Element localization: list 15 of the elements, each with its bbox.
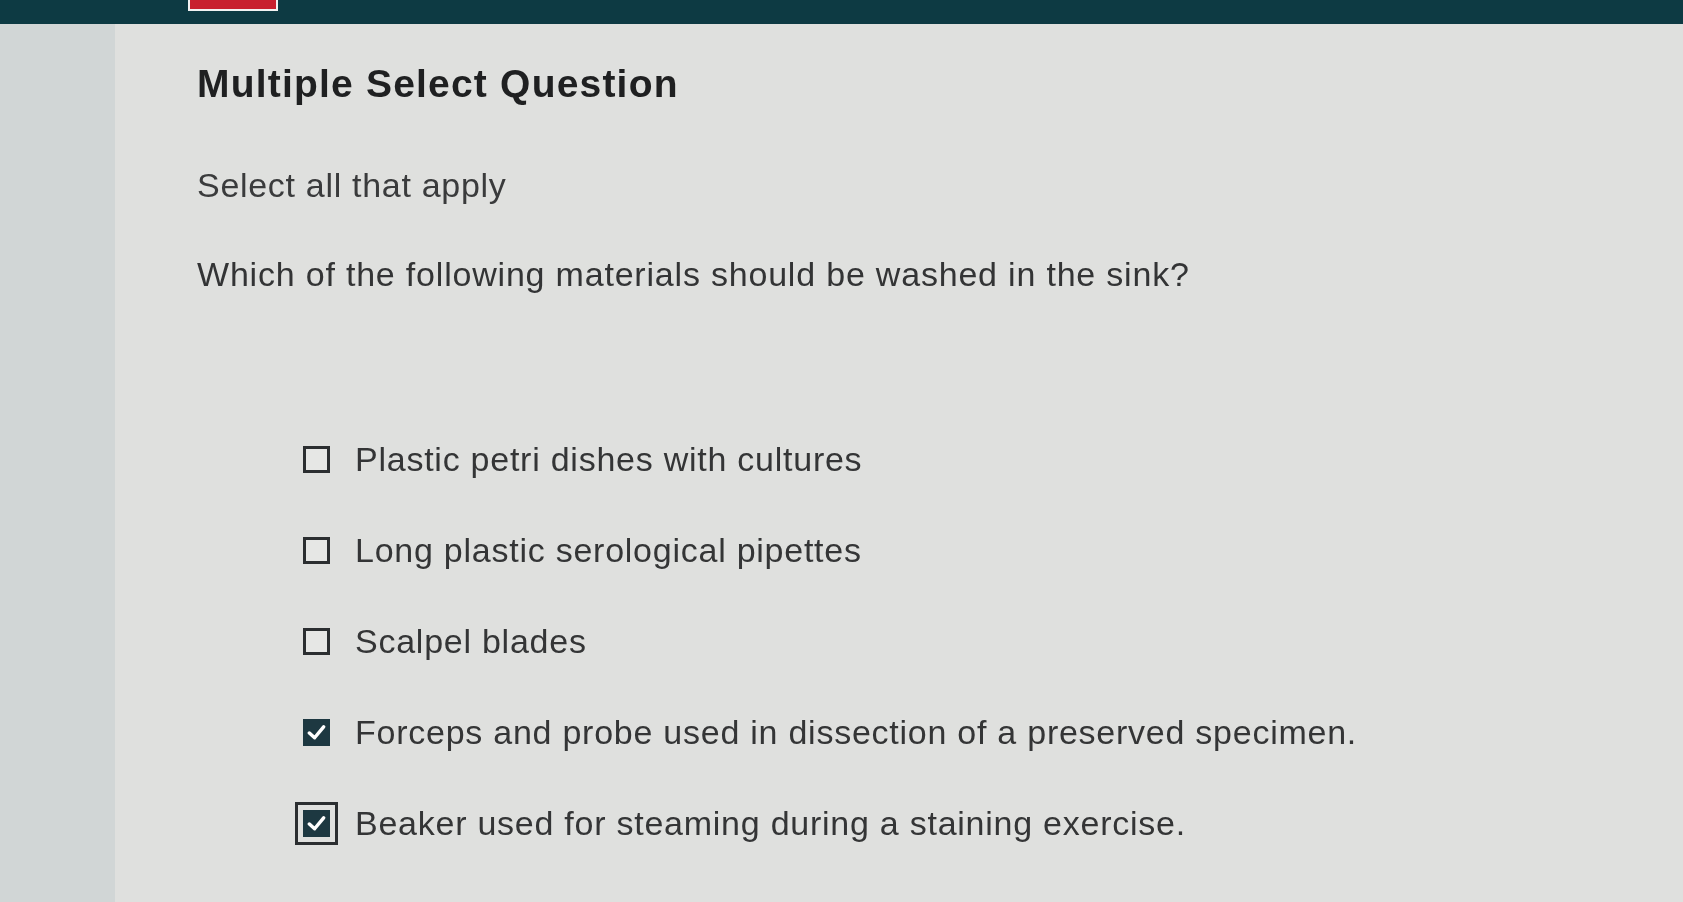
option-label: Forceps and probe used in dissection of a preserved specimen. — [355, 712, 1358, 752]
checkmark-icon — [307, 813, 326, 833]
option-label: Beaker used for steaming during a staining exercise. — [355, 803, 1186, 843]
checkmark-icon — [307, 722, 326, 742]
question-prompt: Which of the following materials should be washed in the sink? — [197, 254, 1191, 294]
checkbox[interactable] — [303, 536, 330, 564]
checkbox[interactable] — [303, 809, 330, 837]
checkbox[interactable] — [303, 445, 330, 473]
option-label: Long plastic serological pipettes — [355, 530, 862, 570]
checkbox[interactable] — [303, 627, 330, 655]
instruction-text: Select all that apply — [197, 165, 508, 205]
question-type-title: Multiple Select Question — [197, 62, 680, 106]
checkbox[interactable] — [303, 718, 330, 746]
option-label: Plastic petri dishes with cultures — [355, 439, 863, 479]
option-label: Scalpel blades — [355, 621, 587, 661]
